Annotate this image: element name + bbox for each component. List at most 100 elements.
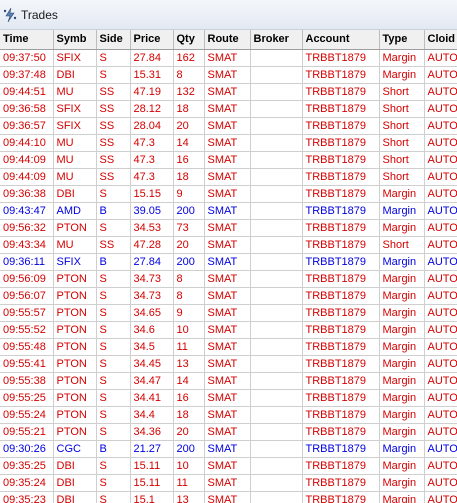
cell-type: Margin — [379, 66, 425, 84]
column-header-account[interactable]: Account — [302, 30, 380, 50]
cell-time: 09:55:24 — [0, 406, 54, 424]
table-row[interactable]: 09:43:47 AMD B 39.05 200 SMAT TRBBT1879 Margin A… — [0, 202, 457, 220]
cell-type: Short — [379, 117, 425, 135]
cell-broker — [250, 287, 303, 305]
cell-account: TRBBT1879 — [302, 355, 380, 373]
cell-qty: 8 — [173, 270, 205, 288]
table-row[interactable]: 09:44:51 MU SS 47.19 132 SMAT TRBBT1879 Short AU… — [0, 83, 457, 101]
cell-broker — [250, 219, 303, 237]
cell-qty: 10 — [173, 321, 205, 339]
cell-route: SMAT — [204, 66, 251, 84]
cell-cloid: AUTO — [424, 66, 457, 84]
cell-price: 27.84 — [130, 49, 174, 67]
cell-route: SMAT — [204, 338, 251, 356]
cell-price: 15.15 — [130, 185, 174, 203]
table-row[interactable]: 09:55:21 PTON S 34.36 20 SMAT TRBBT1879 Margin A… — [0, 423, 457, 441]
table-row[interactable]: 09:36:58 SFIX SS 28.12 18 SMAT TRBBT1879 Short A… — [0, 100, 457, 118]
cell-type: Margin — [379, 287, 425, 305]
cell-price: 15.1 — [130, 491, 174, 503]
table-row[interactable]: 09:44:09 MU SS 47.3 16 SMAT TRBBT1879 Short AUTO — [0, 151, 457, 169]
cell-cloid: AUTO — [424, 49, 457, 67]
cell-qty: 9 — [173, 185, 205, 203]
cell-time: 09:55:38 — [0, 372, 54, 390]
cell-broker — [250, 83, 303, 101]
cell-time: 09:36:11 — [0, 253, 54, 271]
cell-qty: 200 — [173, 440, 205, 458]
cell-account: TRBBT1879 — [302, 270, 380, 288]
column-header-side[interactable]: Side — [96, 30, 131, 50]
column-header-cloid[interactable]: Cloid — [424, 30, 457, 50]
table-row[interactable]: 09:56:07 PTON S 34.73 8 SMAT TRBBT1879 Margin AU… — [0, 287, 457, 305]
column-header-price[interactable]: Price — [130, 30, 174, 50]
column-header-route[interactable]: Route — [204, 30, 251, 50]
cell-cloid: AUTO — [424, 168, 457, 186]
table-row[interactable]: 09:36:38 DBI S 15.15 9 SMAT TRBBT1879 Margin AUT… — [0, 185, 457, 203]
column-header-symb[interactable]: Symb — [53, 30, 97, 50]
cell-symb: SFIX — [53, 117, 97, 135]
cell-account: TRBBT1879 — [302, 491, 380, 503]
cell-side: SS — [96, 117, 131, 135]
cell-symb: PTON — [53, 389, 97, 407]
table-row[interactable]: 09:35:23 DBI S 15.1 13 SMAT TRBBT1879 Margin AUT… — [0, 491, 457, 503]
table-row[interactable]: 09:55:25 PTON S 34.41 16 SMAT TRBBT1879 Margin A… — [0, 389, 457, 407]
column-header-qty[interactable]: Qty — [173, 30, 205, 50]
cell-broker — [250, 66, 303, 84]
table-row[interactable]: 09:36:11 SFIX B 27.84 200 SMAT TRBBT1879 Margin… — [0, 253, 457, 271]
table-row[interactable]: 09:37:50 SFIX S 27.84 162 SMAT TRBBT1879 Margin… — [0, 49, 457, 67]
cell-side: S — [96, 49, 131, 67]
table-row[interactable]: 09:30:26 CGC B 21.27 200 SMAT TRBBT1879 Margin A… — [0, 440, 457, 458]
cell-broker — [250, 491, 303, 503]
cell-time: 09:55:21 — [0, 423, 54, 441]
table-row[interactable]: 09:55:52 PTON S 34.6 10 SMAT TRBBT1879 Margin AU… — [0, 321, 457, 339]
cell-account: TRBBT1879 — [302, 100, 380, 118]
trades-table-body: 09:37:50 SFIX S 27.84 162 SMAT TRBBT1879 Margin… — [0, 49, 457, 503]
cell-price: 34.36 — [130, 423, 174, 441]
cell-price: 39.05 — [130, 202, 174, 220]
cell-time: 09:43:47 — [0, 202, 54, 220]
table-row[interactable]: 09:35:25 DBI S 15.11 10 SMAT TRBBT1879 Margin AU… — [0, 457, 457, 475]
cell-type: Margin — [379, 474, 425, 492]
table-row[interactable]: 09:35:24 DBI S 15.11 11 SMAT TRBBT1879 Margin AU… — [0, 474, 457, 492]
cell-type: Short — [379, 236, 425, 254]
cell-broker — [250, 321, 303, 339]
table-row[interactable]: 09:55:48 PTON S 34.5 11 SMAT TRBBT1879 Margin AU… — [0, 338, 457, 356]
table-row[interactable]: 09:56:09 PTON S 34.73 8 SMAT TRBBT1879 Margin AU… — [0, 270, 457, 288]
table-row[interactable]: 09:55:24 PTON S 34.4 18 SMAT TRBBT1879 Margin AU… — [0, 406, 457, 424]
column-header-broker[interactable]: Broker — [250, 30, 303, 50]
cell-broker — [250, 134, 303, 152]
cell-qty: 11 — [173, 338, 205, 356]
cell-side: S — [96, 185, 131, 203]
cell-symb: MU — [53, 134, 97, 152]
title-bar[interactable]: Trades — [0, 0, 457, 30]
table-row[interactable]: 09:36:57 SFIX SS 28.04 20 SMAT TRBBT1879 Short A… — [0, 117, 457, 135]
cell-side: SS — [96, 151, 131, 169]
table-row[interactable]: 09:37:48 DBI S 15.31 8 SMAT TRBBT1879 Margin AUT… — [0, 66, 457, 84]
column-header-type[interactable]: Type — [379, 30, 425, 50]
header-row: Time Symb Side Price Qty Route Broker Ac… — [0, 30, 457, 50]
cell-account: TRBBT1879 — [302, 474, 380, 492]
cell-price: 47.3 — [130, 168, 174, 186]
cell-broker — [250, 440, 303, 458]
cell-symb: PTON — [53, 406, 97, 424]
cell-side: S — [96, 287, 131, 305]
cell-price: 34.65 — [130, 304, 174, 322]
cell-price: 15.11 — [130, 457, 174, 475]
cell-cloid: AUTO — [424, 270, 457, 288]
table-row[interactable]: 09:55:38 PTON S 34.47 14 SMAT TRBBT1879 Margin A… — [0, 372, 457, 390]
cell-price: 47.3 — [130, 134, 174, 152]
table-row[interactable]: 09:55:41 PTON S 34.45 13 SMAT TRBBT1879 Margin A… — [0, 355, 457, 373]
cell-symb: MU — [53, 83, 97, 101]
cell-type: Short — [379, 83, 425, 101]
cell-type: Margin — [379, 202, 425, 220]
cell-time: 09:55:48 — [0, 338, 54, 356]
table-row[interactable]: 09:55:57 PTON S 34.65 9 SMAT TRBBT1879 Margin AU… — [0, 304, 457, 322]
cell-broker — [250, 202, 303, 220]
table-row[interactable]: 09:43:34 MU SS 47.28 20 SMAT TRBBT1879 Short AUT… — [0, 236, 457, 254]
table-row[interactable]: 09:44:10 MU SS 47.3 14 SMAT TRBBT1879 Short AUTO — [0, 134, 457, 152]
column-header-time[interactable]: Time — [0, 30, 54, 50]
table-row[interactable]: 09:44:09 MU SS 47.3 18 SMAT TRBBT1879 Short AUTO — [0, 168, 457, 186]
cell-side: B — [96, 202, 131, 220]
cell-time: 09:37:50 — [0, 49, 54, 67]
cell-symb: MU — [53, 168, 97, 186]
table-row[interactable]: 09:56:32 PTON S 34.53 73 SMAT TRBBT1879 Margin A… — [0, 219, 457, 237]
